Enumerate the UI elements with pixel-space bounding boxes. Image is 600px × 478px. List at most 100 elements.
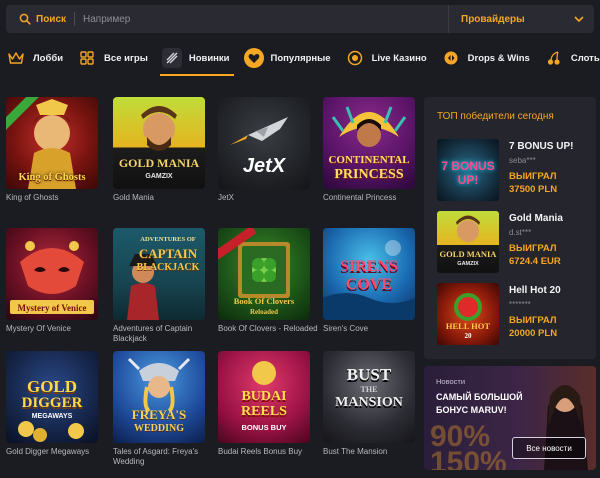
game-card[interactable]: ADVENTURES OF CAPTAIN BLACKJACK Adventur… <box>113 228 205 344</box>
game-logo-text: BUST <box>346 365 392 384</box>
game-logo-text: CONTINENTAL <box>328 154 410 166</box>
winner-game-thumbnail[interactable]: 7 BONUS UP! <box>437 139 499 201</box>
crown-icon <box>6 48 26 68</box>
nav-label: Популярные <box>270 52 331 64</box>
game-logo-text: Reloaded <box>250 308 278 316</box>
game-logo-text: THE <box>360 385 378 394</box>
game-logo-text: PRINCESS <box>334 167 404 182</box>
game-card[interactable]: GOLD MANIA GAMZIX Gold Mania <box>113 97 205 203</box>
winner-item[interactable]: GOLD MANIA GAMZIX Gold Mania d.st*** ВЫИ… <box>437 211 597 273</box>
sparkle-icon <box>161 48 182 68</box>
game-card[interactable]: JetX JetX <box>218 97 310 203</box>
game-card[interactable]: Mystery of Venice Mystery Of Venice <box>6 228 98 334</box>
top-winners-panel: ТОП победители сегодня 7 BONUS UP! 7 BON… <box>424 97 596 359</box>
game-name: Bust The Mansion <box>323 447 388 456</box>
nav-item-all-games[interactable]: Все игры <box>71 40 156 76</box>
game-logo-text: BLACKJACK <box>136 262 200 273</box>
game-name: Gold Digger Megaways <box>6 447 90 456</box>
drops-icon <box>441 48 461 68</box>
nav-item-popular[interactable]: Популярные <box>238 40 339 76</box>
game-thumbnail[interactable]: FREYA'S WEDDING <box>113 351 205 443</box>
providers-dropdown[interactable]: Провайдеры <box>448 5 594 33</box>
search-bar: Поиск Провайдеры <box>6 5 594 33</box>
game-card[interactable]: Book Of Clovers Reloaded Book Of Clovers… <box>218 228 318 334</box>
game-card[interactable]: BUST THE MANSION Bust The Mansion <box>323 351 415 457</box>
nav-label: Лобби <box>33 52 64 64</box>
game-logo-text: Mystery of Venice <box>17 303 87 313</box>
divider <box>74 12 76 26</box>
search-input[interactable] <box>83 13 448 25</box>
game-name: Siren's Cove <box>323 324 369 333</box>
new-release-badge <box>6 97 40 131</box>
provider-logo-text: GAMZIX <box>457 261 479 267</box>
game-thumbnail[interactable]: Mystery of Venice <box>6 228 98 320</box>
cherry-icon <box>544 48 564 68</box>
game-card[interactable]: King of Ghosts King of Ghosts <box>6 97 98 203</box>
winner-game-thumbnail[interactable]: GOLD MANIA GAMZIX <box>437 211 499 273</box>
chevron-down-icon <box>574 10 584 28</box>
game-logo-text: HELL HOT <box>445 321 491 331</box>
nav-label: Все игры <box>104 52 148 64</box>
game-card[interactable]: GOLD DIGGER MEGAWAYS Gold Digger Megaway… <box>6 351 98 457</box>
winner-game-name: Hell Hot 20 <box>509 285 561 296</box>
game-logo-text: WEDDING <box>133 423 184 434</box>
winner-username: seba*** <box>509 156 536 165</box>
game-name: Mystery Of Venice <box>6 324 71 333</box>
game-name: Tales of Asgard: Freya's Wedding <box>113 447 199 466</box>
news-label: Новости <box>436 377 466 386</box>
nav-item-slots[interactable]: Слоты <box>538 40 600 76</box>
winner-amount: 20000 PLN <box>509 328 558 339</box>
winner-item[interactable]: 7 BONUS UP! 7 BONUS UP! seba*** ВЫИГРАЛ … <box>437 139 597 201</box>
game-logo-text: BUDAI <box>241 389 287 404</box>
game-thumbnail[interactable]: GOLD DIGGER MEGAWAYS <box>6 351 98 443</box>
winner-username: ******* <box>509 300 531 309</box>
winner-game-thumbnail[interactable]: HELL HOT 20 <box>437 283 499 345</box>
all-news-button[interactable]: Все новости <box>512 437 586 459</box>
winner-item[interactable]: HELL HOT 20 Hell Hot 20 ******* ВЫИГРАЛ … <box>437 283 597 345</box>
nav-item-lobby[interactable]: Лобби <box>0 40 71 76</box>
winner-game-name: Gold Mania <box>509 213 563 224</box>
providers-label: Провайдеры <box>461 13 525 25</box>
game-logo-text: JetX <box>242 155 286 177</box>
game-logo-text: CAPTAIN <box>138 246 198 261</box>
nav-item-drops-wins[interactable]: Drops & Wins <box>435 40 538 76</box>
game-logo-text: FREYA'S <box>131 407 187 422</box>
game-thumbnail[interactable]: JetX <box>218 97 310 189</box>
game-card[interactable]: BUDAI REELS BONUS BUY Budai Reels Bonus … <box>218 351 310 457</box>
game-logo-text: MANSION <box>335 395 403 410</box>
news-banner[interactable]: 90% 150% Новости САМЫЙ БОЛЬШОЙ БОНУС MAR… <box>424 366 596 470</box>
casino-page: Поиск Провайдеры Лобби Все игры <box>0 0 600 478</box>
game-thumbnail[interactable]: CONTINENTAL PRINCESS <box>323 97 415 189</box>
winner-won-label: ВЫИГРАЛ <box>509 243 557 254</box>
nav-item-live-casino[interactable]: Live Казино <box>339 40 435 76</box>
winner-won-label: ВЫИГРАЛ <box>509 315 557 326</box>
game-logo-text: COVE <box>345 276 393 293</box>
nav-label: Слоты <box>570 52 600 64</box>
game-logo-text: King of Ghosts <box>18 172 86 183</box>
game-name: Continental Princess <box>323 193 397 202</box>
winner-game-name: 7 BONUS UP! <box>509 141 574 152</box>
game-thumbnail[interactable]: BUDAI REELS BONUS BUY <box>218 351 310 443</box>
game-thumbnail[interactable]: King of Ghosts <box>6 97 98 189</box>
game-logo-text: BONUS BUY <box>241 423 287 432</box>
winner-amount: 37500 PLN <box>509 184 558 195</box>
game-name: Adventures of Captain Blackjack <box>113 324 193 343</box>
game-thumbnail[interactable]: BUST THE MANSION <box>323 351 415 443</box>
winner-amount: 6724.4 EUR <box>509 256 561 267</box>
game-card[interactable]: CONTINENTAL PRINCESS Continental Princes… <box>323 97 415 203</box>
game-logo-text: Book Of Clovers <box>233 296 295 306</box>
game-name: King of Ghosts <box>6 193 59 202</box>
game-logo-text: REELS <box>241 404 287 419</box>
nav-label: Новинки <box>188 52 230 64</box>
game-card[interactable]: FREYA'S WEDDING Tales of Asgard: Freya's… <box>113 351 205 467</box>
game-thumbnail[interactable]: Book Of Clovers Reloaded <box>218 228 310 320</box>
game-logo-text: GOLD MANIA <box>439 249 497 259</box>
search-label: Поиск <box>36 13 67 25</box>
game-thumbnail[interactable]: ADVENTURES OF CAPTAIN BLACKJACK <box>113 228 205 320</box>
game-logo-text: GOLD <box>26 377 78 396</box>
nav-item-new[interactable]: Новинки <box>156 40 238 76</box>
search-icon[interactable] <box>14 5 36 33</box>
game-card[interactable]: SIRENS COVE Siren's Cove <box>323 228 415 334</box>
game-thumbnail[interactable]: GOLD MANIA GAMZIX <box>113 97 205 189</box>
game-thumbnail[interactable]: SIRENS COVE <box>323 228 415 320</box>
